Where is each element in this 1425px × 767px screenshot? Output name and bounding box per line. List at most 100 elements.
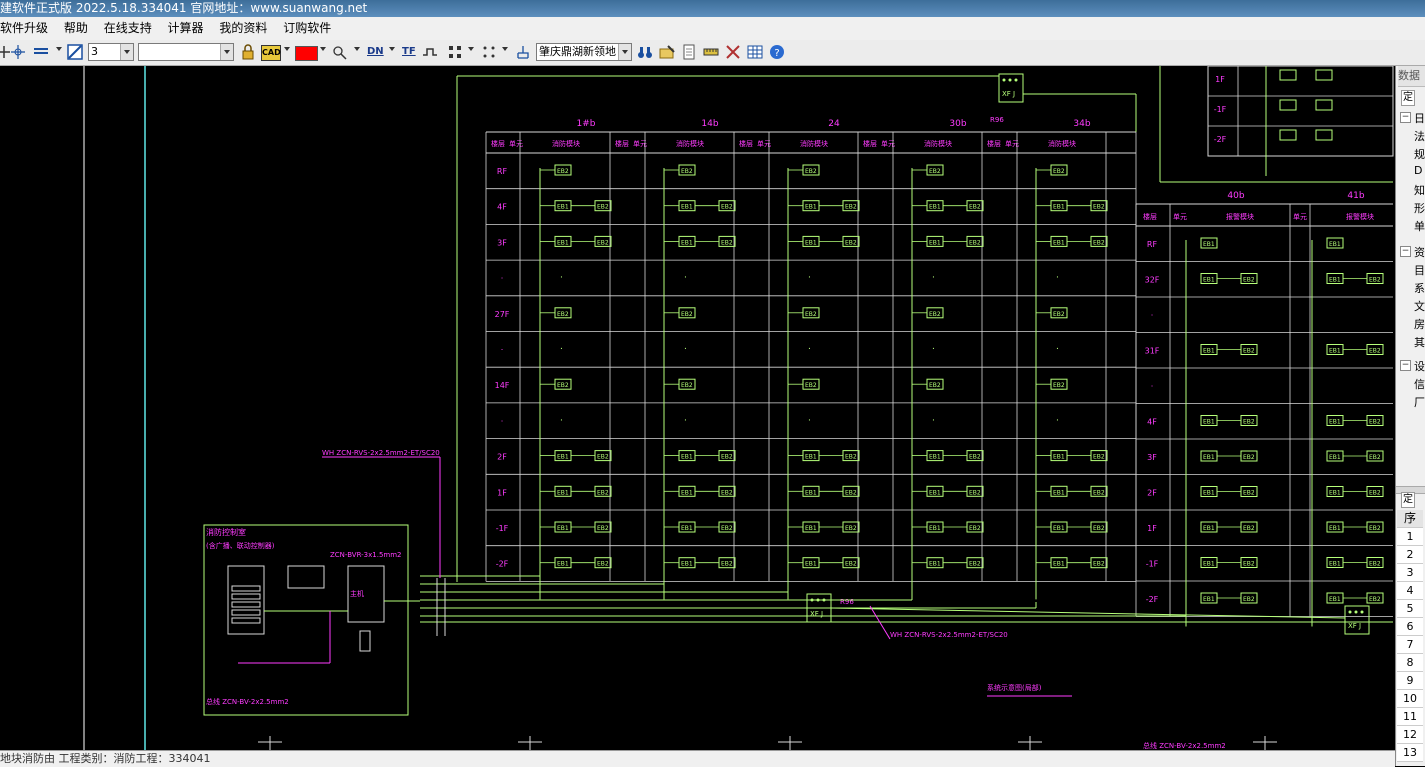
panel-item-15[interactable]: 信 bbox=[1414, 376, 1425, 392]
module-cell-text: EB1 bbox=[1203, 596, 1215, 603]
table-row[interactable]: 6 bbox=[1397, 618, 1423, 636]
floor-label: 1F bbox=[1215, 75, 1225, 84]
column-header: 34b bbox=[1073, 119, 1090, 129]
table-row[interactable]: 7 bbox=[1397, 636, 1423, 654]
project-select[interactable]: 肇庆鼎湖新领地 bbox=[536, 43, 632, 61]
folder-edit-icon[interactable] bbox=[659, 44, 675, 60]
menu-software-upgrade[interactable]: 软件升级 bbox=[0, 17, 48, 40]
module-cell-text: EB1 bbox=[557, 204, 569, 211]
panel-item-4[interactable]: D bbox=[1414, 164, 1422, 177]
chevron-down-icon[interactable] bbox=[320, 47, 326, 51]
panel-item-0[interactable]: 定 bbox=[1401, 90, 1415, 106]
panel-item-10[interactable]: 系 bbox=[1414, 280, 1425, 296]
module-cell-text: EB1 bbox=[681, 489, 693, 496]
ruler-icon[interactable] bbox=[703, 44, 719, 60]
module-cell-text: EB2 bbox=[969, 489, 981, 496]
panel-item-11[interactable]: 文 bbox=[1414, 298, 1425, 314]
collapse-toggle[interactable]: − bbox=[1400, 112, 1411, 123]
table-row[interactable]: 11 bbox=[1397, 708, 1423, 726]
binoculars-icon[interactable] bbox=[637, 44, 653, 60]
dots-grid-icon[interactable] bbox=[481, 44, 497, 60]
panel-item-14[interactable]: 设 bbox=[1414, 358, 1425, 374]
table-row[interactable]: 12 bbox=[1397, 726, 1423, 744]
dimension-icon[interactable] bbox=[332, 44, 348, 60]
module-cell-text: EB2 bbox=[1243, 490, 1255, 497]
menu-my-info[interactable]: 我的资料 bbox=[219, 17, 267, 40]
pipe-icon[interactable] bbox=[422, 44, 438, 60]
module-cell-text: EB1 bbox=[1053, 204, 1065, 211]
menu-order-software[interactable]: 订购软件 bbox=[283, 17, 331, 40]
table-row[interactable]: 2 bbox=[1397, 546, 1423, 564]
chevron-down-icon[interactable] bbox=[284, 47, 290, 51]
panel-item-2[interactable]: 法 bbox=[1414, 128, 1425, 144]
panel-item-5[interactable]: 知 bbox=[1414, 182, 1425, 198]
grid-icon[interactable] bbox=[447, 44, 463, 60]
chevron-down-icon[interactable] bbox=[389, 47, 395, 51]
floor-label: 31F bbox=[1145, 347, 1160, 356]
chevron-down-icon[interactable] bbox=[618, 44, 631, 60]
layer-select[interactable] bbox=[138, 43, 234, 61]
table-icon[interactable] bbox=[747, 44, 763, 60]
chevron-down-icon[interactable] bbox=[468, 47, 474, 51]
mini-table bbox=[1207, 66, 1394, 157]
module-cell-text: EB2 bbox=[597, 454, 609, 461]
table-row[interactable]: 8 bbox=[1397, 654, 1423, 672]
panel-item-1[interactable]: 日 bbox=[1414, 110, 1425, 126]
panel-item-0b[interactable]: 定 bbox=[1401, 492, 1415, 508]
menu-calculator[interactable]: 计算器 bbox=[168, 17, 204, 40]
collapse-toggle[interactable]: − bbox=[1400, 246, 1411, 257]
module-cell-text: EB2 bbox=[681, 311, 693, 318]
panel-item-8[interactable]: 资 bbox=[1414, 244, 1425, 260]
panel-item-3[interactable]: 规 bbox=[1414, 146, 1425, 162]
chevron-down-icon[interactable] bbox=[120, 44, 133, 60]
menu-help[interactable]: 帮助 bbox=[64, 17, 88, 40]
tf-button[interactable]: TF bbox=[402, 43, 416, 61]
panel-item-6[interactable]: 形 bbox=[1414, 200, 1425, 216]
table-row[interactable]: 3 bbox=[1397, 564, 1423, 582]
scale-icon[interactable] bbox=[67, 44, 83, 60]
lineweight-select[interactable]: 3 bbox=[88, 43, 134, 61]
chevron-down-icon[interactable] bbox=[56, 47, 62, 51]
module-cell-text: EB1 bbox=[557, 454, 569, 461]
table-row[interactable]: 1 bbox=[1397, 528, 1423, 546]
subheader-unit: 单元 bbox=[1293, 212, 1307, 221]
control-room-title: 消防控制室 bbox=[206, 527, 246, 537]
module-cell-text: EB1 bbox=[805, 204, 817, 211]
collapse-toggle[interactable]: − bbox=[1400, 360, 1411, 371]
document-icon[interactable] bbox=[681, 44, 697, 60]
module-cell-text: EB1 bbox=[805, 561, 817, 568]
lock-icon[interactable] bbox=[240, 44, 256, 60]
panel-item-9[interactable]: 目 bbox=[1414, 262, 1425, 278]
help-icon[interactable]: ? bbox=[769, 44, 785, 60]
panel-item-13[interactable]: 其 bbox=[1414, 334, 1425, 350]
drawing-canvas[interactable]: 1#b 14b 24 30b 34b 楼层 单元 消防模块 楼层 单元 消防模块 楼层 单元 消防模块 楼层… bbox=[0, 66, 1395, 750]
panel-item-12[interactable]: 房 bbox=[1414, 316, 1425, 332]
color-swatch[interactable] bbox=[295, 46, 318, 61]
menu-online-support[interactable]: 在线支持 bbox=[104, 17, 152, 40]
fire-panel-slot bbox=[231, 617, 261, 624]
ellipsis-mark: · bbox=[560, 345, 563, 355]
chevron-down-icon[interactable] bbox=[354, 47, 360, 51]
tree-icon[interactable] bbox=[515, 44, 531, 60]
table-row[interactable]: 9 bbox=[1397, 672, 1423, 690]
panel-item-7[interactable]: 单 bbox=[1414, 218, 1425, 234]
chevron-down-icon[interactable] bbox=[502, 47, 508, 51]
table-row[interactable]: 5 bbox=[1397, 600, 1423, 618]
module-cell-text: EB2 bbox=[721, 525, 733, 532]
dn-button[interactable]: DN bbox=[367, 43, 384, 61]
subheader-floor: 楼层 bbox=[987, 139, 1001, 148]
lineweight-icon[interactable] bbox=[33, 44, 49, 60]
module-cell-text: EB2 bbox=[1093, 489, 1105, 496]
module-cell-text: EB2 bbox=[721, 454, 733, 461]
crosshair-icon[interactable] bbox=[10, 44, 26, 60]
cad-button[interactable]: CAD bbox=[261, 45, 281, 61]
module-cell-text: EB1 bbox=[681, 525, 693, 532]
tools-icon[interactable] bbox=[725, 44, 741, 60]
table-row[interactable]: 4 bbox=[1397, 582, 1423, 600]
table-row[interactable]: 13 bbox=[1397, 744, 1423, 762]
panel-item-16[interactable]: 厂 bbox=[1414, 394, 1425, 410]
chevron-down-icon[interactable] bbox=[220, 44, 233, 60]
module-cell-text: EB2 bbox=[845, 239, 857, 246]
floor-label: 3F bbox=[497, 238, 507, 247]
table-row[interactable]: 10 bbox=[1397, 690, 1423, 708]
